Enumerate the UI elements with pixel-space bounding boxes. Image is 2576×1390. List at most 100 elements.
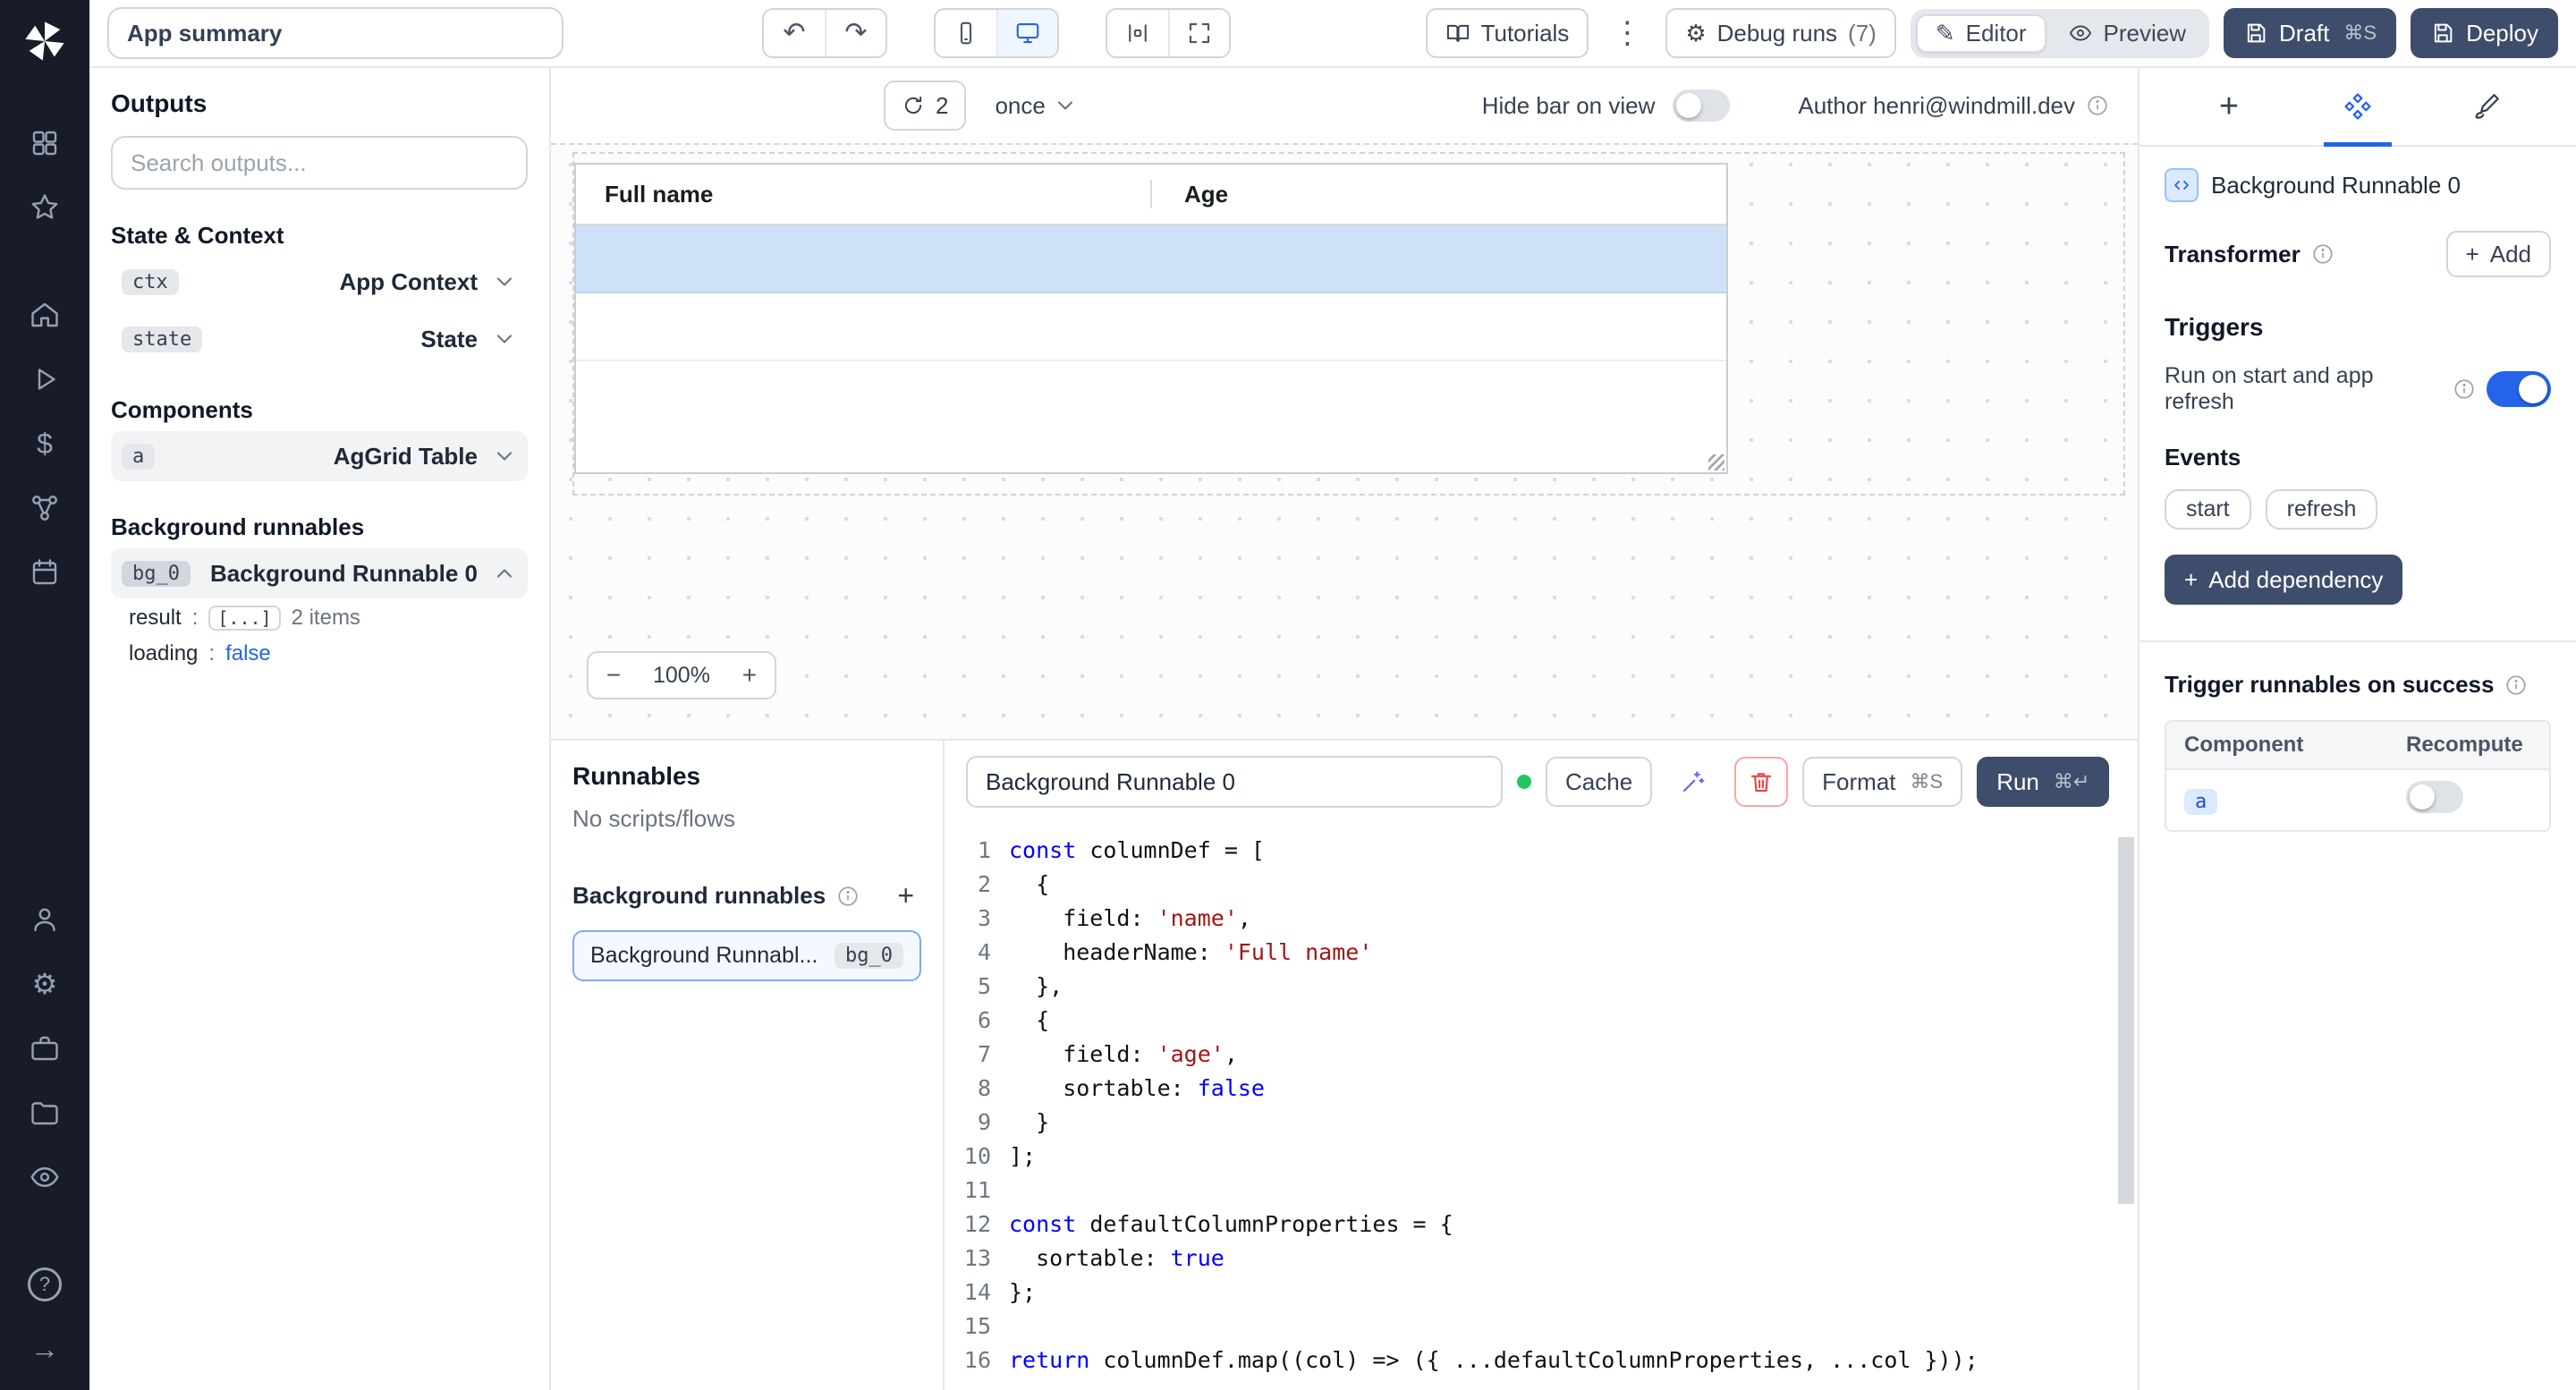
delete-runnable-button[interactable] <box>1734 757 1788 807</box>
add-transformer-button[interactable]: +Add <box>2446 231 2551 277</box>
center-align-icon[interactable] <box>1107 10 1168 56</box>
zoom-level: 100% <box>639 663 724 689</box>
tutorials-button[interactable]: Tutorials <box>1426 8 1589 58</box>
windmill-logo[interactable] <box>18 14 72 68</box>
refresh-count-button[interactable]: 2 <box>884 81 966 131</box>
result-key: result <box>129 606 182 631</box>
aggrid-col-fullname[interactable]: Full name <box>576 181 1150 208</box>
redo-button[interactable]: ↷ <box>825 10 886 56</box>
chevron-down-icon[interactable] <box>492 269 517 294</box>
run-on-start-toggle[interactable] <box>2487 371 2551 407</box>
components-heading: Components <box>111 396 528 424</box>
ai-wand-icon[interactable] <box>1666 757 1720 807</box>
favorites-star-icon[interactable] <box>13 181 77 234</box>
add-background-runnable-button[interactable]: + <box>890 879 921 912</box>
event-chip-refresh[interactable]: refresh <box>2266 489 2378 530</box>
bottom-panel: Runnables No scripts/flows Background ru… <box>551 739 2138 1390</box>
undo-button[interactable]: ↶ <box>764 10 825 56</box>
table-row: a <box>2166 770 2549 830</box>
format-button[interactable]: Format⌘S <box>1802 757 1962 807</box>
debug-runs-button[interactable]: ⚙ Debug runs (7) <box>1665 8 1896 58</box>
info-icon[interactable] <box>836 885 860 908</box>
outputs-title: Outputs <box>111 89 528 118</box>
add-dependency-button[interactable]: +Add dependency <box>2165 555 2402 605</box>
folders-icon[interactable] <box>13 1086 77 1140</box>
help-icon[interactable]: ? <box>13 1258 77 1311</box>
ctx-label: App Context <box>339 268 478 296</box>
component-a-badge: a <box>122 444 155 470</box>
runs-play-icon[interactable] <box>13 352 77 406</box>
deploy-button[interactable]: Deploy <box>2411 8 2558 58</box>
refresh-icon <box>902 94 925 117</box>
info-icon[interactable] <box>2453 377 2476 401</box>
col-recompute: Recompute <box>2388 722 2549 768</box>
trigger-success-heading: Trigger runnables on success <box>2165 671 2494 699</box>
draft-button[interactable]: Draft⌘S <box>2224 8 2396 58</box>
right-panel-tabs: + <box>2140 68 2576 147</box>
zoom-out-button[interactable]: − <box>589 653 639 698</box>
output-row-state[interactable]: state State <box>111 314 528 364</box>
run-button[interactable]: Run⌘↵ <box>1977 757 2109 807</box>
tab-editor[interactable]: ✎ Editor <box>1916 14 2046 53</box>
collapse-arrow-icon[interactable]: → <box>13 1322 77 1376</box>
app-canvas[interactable]: Full name Age − 100% + <box>551 143 2138 739</box>
output-row-ctx[interactable]: ctx App Context <box>111 257 528 307</box>
resources-nodes-icon[interactable] <box>13 481 77 535</box>
event-chip-start[interactable]: start <box>2165 489 2251 530</box>
outputs-panel: Outputs State & Context ctx App Context … <box>89 68 551 1390</box>
background-runnables-heading: Background runnables <box>111 513 528 541</box>
styling-tab[interactable] <box>2445 68 2528 145</box>
component-grid-cell[interactable]: Full name Age <box>572 152 2125 496</box>
interval-select[interactable]: once <box>995 92 1077 120</box>
settings-component-tab[interactable] <box>2317 68 2399 145</box>
hide-bar-toggle[interactable] <box>1673 89 1730 122</box>
tab-preview[interactable]: Preview <box>2050 14 2204 53</box>
info-icon[interactable] <box>2311 242 2334 266</box>
output-row-bg0[interactable]: bg_0 Background Runnable 0 <box>111 548 528 598</box>
app-summary-input[interactable] <box>107 7 564 59</box>
recompute-toggle[interactable] <box>2406 781 2463 813</box>
runnable-item-bg0[interactable]: Background Runnabl... bg_0 <box>572 930 921 981</box>
apps-grid-icon[interactable] <box>13 116 77 170</box>
audit-eye-icon[interactable] <box>13 1150 77 1204</box>
runnable-name-input[interactable] <box>966 756 1503 808</box>
output-row-component-a[interactable]: a AgGrid Table <box>111 431 528 481</box>
chevron-down-icon[interactable] <box>492 326 517 352</box>
runnable-item-badge: bg_0 <box>835 943 903 969</box>
user-icon[interactable] <box>13 893 77 946</box>
expand-json-chip[interactable]: [...] <box>208 606 280 631</box>
aggrid-table-component[interactable]: Full name Age <box>574 163 1728 474</box>
search-outputs-input[interactable] <box>111 136 528 190</box>
gear-icon[interactable]: ⚙ <box>13 957 77 1011</box>
aggrid-row[interactable] <box>576 293 1726 361</box>
aggrid-row-selected[interactable] <box>576 225 1726 293</box>
colon: : <box>192 606 199 631</box>
desktop-view-button[interactable] <box>996 10 1057 56</box>
schedules-calendar-icon[interactable] <box>13 546 77 599</box>
code-content[interactable]: const columnDef = [ { field: 'name', hea… <box>1009 834 2138 1390</box>
home-icon[interactable] <box>13 288 77 342</box>
transformer-label: Transformer <box>2165 241 2301 268</box>
divider <box>2140 640 2576 642</box>
fullscreen-icon[interactable] <box>1168 10 1229 56</box>
chevron-up-icon[interactable] <box>492 561 517 586</box>
status-dot <box>1517 775 1531 789</box>
workspace-briefcase-icon[interactable] <box>13 1021 77 1075</box>
chevron-down-icon <box>1053 93 1078 118</box>
component-resize-handle[interactable] <box>1708 454 1724 470</box>
cache-button[interactable]: Cache <box>1546 757 1652 807</box>
code-editor[interactable]: 12345678910111213141516 const columnDef … <box>945 823 2138 1390</box>
colon: : <box>208 641 215 666</box>
info-icon[interactable] <box>2086 94 2109 117</box>
zoom-in-button[interactable]: + <box>724 653 775 698</box>
insert-component-tab[interactable]: + <box>2188 68 2270 145</box>
kebab-menu-icon[interactable]: ⋮ <box>1603 15 1651 51</box>
variables-dollar-icon[interactable]: $ <box>13 417 77 470</box>
aggrid-col-age[interactable]: Age <box>1152 181 1228 208</box>
chevron-down-icon[interactable] <box>492 444 517 469</box>
info-icon[interactable] <box>2504 674 2528 697</box>
mobile-view-button[interactable] <box>936 10 996 56</box>
editor-scrollbar[interactable] <box>2118 837 2134 1204</box>
bg0-loading-row: loading : false <box>111 638 528 670</box>
trash-icon <box>1748 768 1775 795</box>
